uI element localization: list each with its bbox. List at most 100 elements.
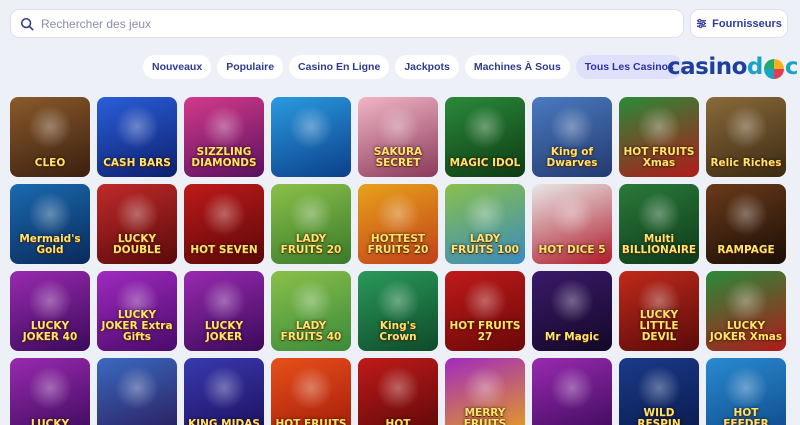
game-title: LUCKY JOKER Xmas — [709, 320, 783, 343]
game-title: HOTTEST FRUITS 20 — [367, 233, 429, 256]
game-tile[interactable]: HOT SEVEN — [184, 184, 264, 264]
game-tile[interactable]: Relic Riches — [706, 97, 786, 177]
game-tile[interactable]: LADY FRUITS 20 — [271, 184, 351, 264]
game-artwork — [463, 105, 507, 150]
game-tile[interactable]: CLEO — [10, 97, 90, 177]
game-title: LUCKY — [30, 418, 70, 425]
game-tile[interactable]: HOT FRUITS — [271, 358, 351, 425]
search-icon — [20, 17, 34, 30]
game-artwork — [637, 192, 681, 237]
tab-machines-a-sous[interactable]: Machines À Sous — [464, 55, 570, 79]
game-tile[interactable]: RAMPAGE — [706, 184, 786, 264]
game-title: RAMPAGE — [717, 244, 775, 256]
game-artwork — [550, 192, 594, 237]
game-title: Relic Riches — [710, 157, 782, 169]
game-artwork — [115, 105, 159, 150]
game-title: LUCKY JOKER 40 — [22, 320, 78, 343]
games-grid: CLEO CASH BARS SIZZLING DIAMONDS SAKURA SEC… — [10, 97, 786, 425]
game-title: King's Crown — [379, 320, 417, 343]
game-tile[interactable]: WILD RESPIN — [619, 358, 699, 425]
casinodoc-logo[interactable]: casino d c — [667, 52, 799, 82]
game-artwork — [637, 366, 681, 411]
game-title: HOT FRUITS Xmas — [623, 146, 695, 169]
game-title: CLEO — [34, 157, 66, 169]
game-title: Mermaid's Gold — [19, 233, 81, 256]
game-tile[interactable]: Mermaid's Gold — [10, 184, 90, 264]
game-tile[interactable] — [97, 358, 177, 425]
game-tile[interactable]: LADY FRUITS 100 — [445, 184, 525, 264]
game-tile[interactable]: HOT FRUITS 27 — [445, 271, 525, 351]
game-artwork — [28, 366, 72, 411]
game-artwork — [376, 105, 420, 150]
game-tile[interactable]: HOT FRUITS Xmas — [619, 97, 699, 177]
game-tile[interactable]: King of Dwarves — [532, 97, 612, 177]
game-tile[interactable]: Mr Magic — [532, 271, 612, 351]
game-title: LUCKY DOUBLE — [112, 233, 162, 256]
tab-jackpots[interactable]: Jackpots — [395, 55, 459, 79]
game-artwork — [289, 366, 333, 411]
game-artwork — [202, 105, 246, 150]
game-tile[interactable]: HOT — [358, 358, 438, 425]
game-artwork — [724, 366, 768, 411]
game-artwork — [202, 279, 246, 324]
game-artwork — [202, 192, 246, 237]
game-title: LUCKY JOKER — [204, 320, 244, 343]
game-tile[interactable]: King's Crown — [358, 271, 438, 351]
game-title: SIZZLING DIAMONDS — [191, 146, 257, 169]
game-tile[interactable]: LUCKY JOKER Xmas — [706, 271, 786, 351]
game-tile[interactable]: LUCKY LITTLE DEVIL — [619, 271, 699, 351]
game-tile[interactable]: LUCKY JOKER Extra Gifts — [97, 271, 177, 351]
logo-text-d: d — [746, 54, 763, 80]
game-artwork — [376, 366, 420, 411]
game-tile[interactable]: LADY FRUITS 40 — [271, 271, 351, 351]
game-artwork — [637, 105, 681, 150]
search-bar[interactable] — [10, 9, 684, 38]
providers-button[interactable]: Fournisseurs — [690, 9, 788, 38]
game-tile[interactable]: LUCKY JOKER — [184, 271, 264, 351]
game-tile[interactable]: SIZZLING DIAMONDS — [184, 97, 264, 177]
game-title: HOT FEEDER — [723, 407, 769, 425]
game-artwork — [550, 279, 594, 324]
game-title: CASH BARS — [103, 157, 171, 169]
game-title: MAGIC IDOL — [449, 157, 521, 169]
logo-text-casino: casino — [667, 54, 747, 80]
game-title: KING MIDAS — [188, 418, 260, 425]
game-title: HOT FRUITS 27 — [449, 320, 521, 343]
providers-label: Fournisseurs — [712, 17, 782, 30]
game-artwork — [115, 366, 159, 411]
game-tile[interactable]: HOT FEEDER — [706, 358, 786, 425]
game-artwork — [724, 192, 768, 237]
game-title: HOT DICE 5 — [538, 244, 606, 256]
game-title: MERRY FRUITS — [463, 407, 507, 425]
game-tile[interactable] — [532, 358, 612, 425]
game-title: King of Dwarves — [546, 146, 598, 169]
game-tile[interactable] — [271, 97, 351, 177]
game-tile[interactable]: LUCKY JOKER 40 — [10, 271, 90, 351]
game-artwork — [115, 192, 159, 237]
game-tile[interactable]: HOT DICE 5 — [532, 184, 612, 264]
game-tile[interactable]: LUCKY — [10, 358, 90, 425]
game-artwork — [463, 279, 507, 324]
game-tile[interactable]: HOTTEST FRUITS 20 — [358, 184, 438, 264]
game-title: Multi BILLIONAIRE — [621, 233, 697, 256]
game-artwork — [550, 366, 594, 411]
tab-populaire[interactable]: Populaire — [217, 55, 284, 79]
game-tile[interactable]: KING MIDAS — [184, 358, 264, 425]
tab-casino-en-ligne[interactable]: Casino En Ligne — [289, 55, 390, 79]
game-title: HOT — [385, 418, 411, 425]
game-tile[interactable]: CASH BARS — [97, 97, 177, 177]
search-input[interactable] — [41, 16, 641, 31]
game-tile[interactable]: SAKURA SECRET — [358, 97, 438, 177]
game-artwork — [463, 192, 507, 237]
game-tile[interactable]: MERRY FRUITS — [445, 358, 525, 425]
game-tile[interactable]: LUCKY DOUBLE — [97, 184, 177, 264]
game-artwork — [463, 366, 507, 411]
game-artwork — [28, 192, 72, 237]
game-title: LUCKY LITTLE DEVIL — [639, 309, 679, 343]
game-artwork — [28, 105, 72, 150]
game-title: SAKURA SECRET — [373, 146, 423, 169]
game-artwork — [202, 366, 246, 411]
game-tile[interactable]: Multi BILLIONAIRE — [619, 184, 699, 264]
game-tile[interactable]: MAGIC IDOL — [445, 97, 525, 177]
tab-nouveaux[interactable]: Nouveaux — [143, 55, 212, 79]
